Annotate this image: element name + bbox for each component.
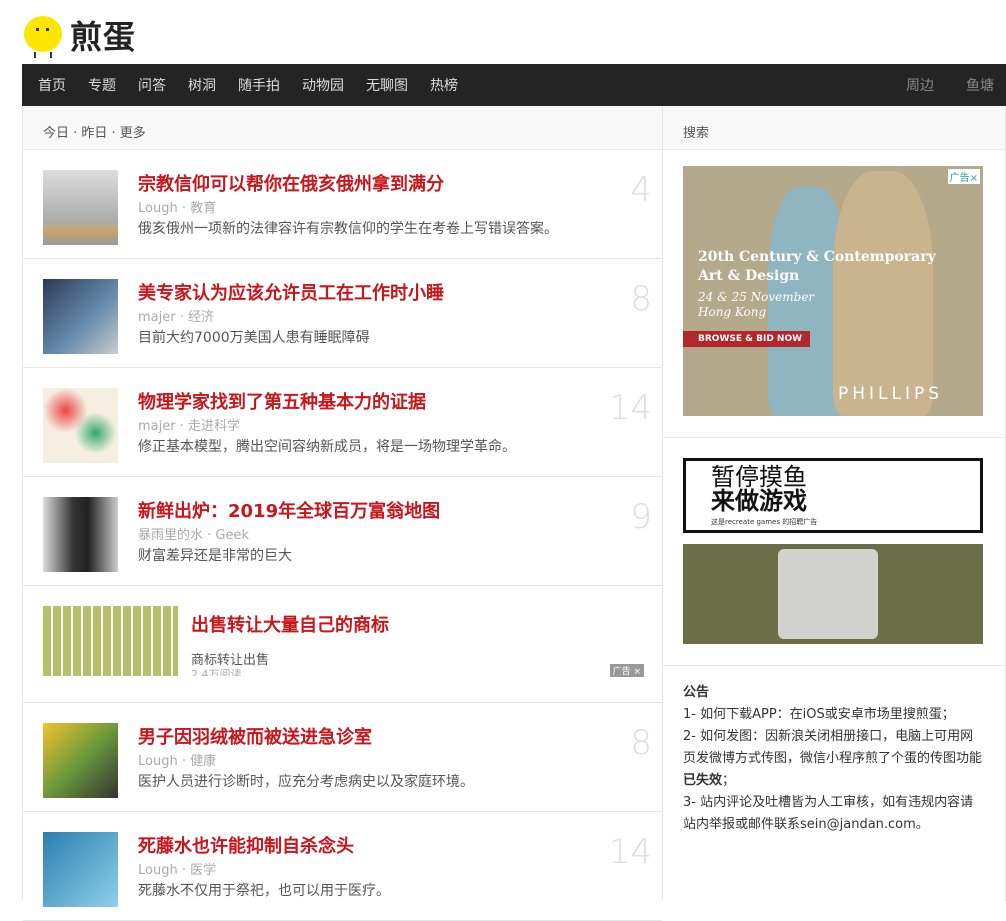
article-meta: 暴雨里的水 · Geek [138, 528, 249, 543]
article-excerpt: 死藤水不仅用于祭祀，也可以用于医疗。 [138, 883, 390, 899]
nav-item-zoo[interactable]: 动物园 [302, 75, 344, 95]
ad2-line3: 这是recreate games 的招聘广告 [711, 518, 818, 526]
nav-item-qa[interactable]: 问答 [138, 75, 166, 95]
logo-text: 煎蛋 [70, 18, 137, 56]
comment-count[interactable]: 4 [630, 170, 652, 210]
article-item[interactable]: 男子因羽绒被而被送进急诊室 Lough · 健康 医护人员进行诊断时，应充分考虑… [23, 703, 662, 812]
recruit-ad-banner[interactable]: 暂停摸鱼 来做游戏 这是recreate games 的招聘广告 [683, 458, 983, 533]
nav-item-hot[interactable]: 热榜 [430, 75, 458, 95]
announcement-item-2-end: ； [722, 773, 736, 788]
article-thumbnail[interactable] [43, 723, 118, 798]
nav-item-merch[interactable]: 周边 [906, 75, 934, 95]
article-meta: Lough · 医学 [138, 863, 217, 878]
hoodie-ad-image[interactable] [683, 544, 983, 644]
article-meta: Lough · 健康 [138, 754, 217, 769]
ad-location: Hong Kong [698, 305, 767, 319]
announcement-item-2-text: 2- 如何发图：因新浪关闭相册接口，电脑上可用网页发微博方式传图，微信小程序煎了… [683, 729, 983, 766]
site-logo[interactable]: 煎蛋 [22, 12, 136, 58]
divider [663, 665, 1006, 666]
article-list: 今日 · 昨日 · 更多 宗教信仰可以帮你在俄亥俄州拿到满分 Lough · 教… [22, 106, 663, 921]
ad-date: 24 & 25 November [698, 290, 815, 304]
sidebar: 搜索 20th Century & Contemporary Art & Desi… [663, 106, 1006, 901]
comment-count[interactable]: 14 [609, 832, 652, 872]
nav-item-pics[interactable]: 无聊图 [366, 75, 408, 95]
article-title[interactable]: 新鲜出炉：2019年全球百万富翁地图 [138, 497, 440, 523]
nav-item-treehole[interactable]: 树洞 [188, 75, 216, 95]
article-item[interactable]: 美专家认为应该允许员工在工作时小睡 majer · 经济 目前大约7000万美国… [23, 259, 662, 368]
announcement-item-1: 1- 如何下载APP：在iOS或安卓市场里搜煎蛋； [683, 707, 955, 722]
comment-count[interactable]: 8 [630, 279, 652, 319]
article-excerpt: 修正基本模型，腾出空间容纳新成员，将是一场物理学革命。 [138, 439, 516, 455]
ad-headline-2: Art & Design [698, 268, 800, 284]
article-meta: majer · 走进科学 [138, 419, 240, 434]
top-nav: 首页 专题 问答 树洞 随手拍 动物园 无聊图 热榜 周边 鱼塘 [22, 64, 1006, 106]
comment-count[interactable]: 8 [630, 723, 652, 763]
announcement-item-2-bold: 已失效 [683, 773, 723, 788]
article-title[interactable]: 宗教信仰可以帮你在俄亥俄州拿到满分 [138, 170, 444, 196]
ad-close-tag[interactable]: 广告 × [609, 664, 644, 677]
announcement-title: 公告 [683, 685, 710, 700]
sponsored-item[interactable]: 出售转让大量自己的商标 商标转让出售 2.4万阅读 广告 × [23, 586, 662, 703]
article-title[interactable]: 男子因羽绒被而被送进急诊室 [138, 723, 372, 749]
announcement-item-2: 2- 如何发图：因新浪关闭相册接口，电脑上可用网页发微博方式传图，微信小程序煎了… [683, 726, 983, 792]
ad-thumbnail[interactable] [43, 606, 178, 676]
article-meta: Lough · 教育 [138, 201, 217, 216]
article-item[interactable]: 死藤水也许能抑制自杀念头 Lough · 医学 死藤水不仅用于祭祀，也可以用于医… [23, 812, 662, 921]
article-item[interactable]: 宗教信仰可以帮你在俄亥俄州拿到满分 Lough · 教育 俄亥俄州一项新的法律容… [23, 150, 662, 259]
ad-reads: 2.4万阅读 [191, 668, 242, 676]
nav-item-home[interactable]: 首页 [38, 75, 66, 95]
article-item[interactable]: 新鲜出炉：2019年全球百万富翁地图 暴雨里的水 · Geek 财富差异还是非常… [23, 477, 662, 586]
article-excerpt: 俄亥俄州一项新的法律容许有宗教信仰的学生在考卷上写错误答案。 [138, 221, 558, 237]
phillips-ad-banner[interactable]: 20th Century & Contemporary Art & Design … [683, 166, 983, 416]
search-box[interactable]: 搜索 [663, 106, 1005, 150]
article-title[interactable]: 美专家认为应该允许员工在工作时小睡 [138, 279, 444, 305]
article-thumbnail[interactable] [43, 388, 118, 463]
article-thumbnail[interactable] [43, 497, 118, 572]
ad2-line2: 来做游戏 [711, 487, 807, 515]
article-thumbnail[interactable] [43, 170, 118, 245]
date-filter[interactable]: 今日 · 昨日 · 更多 [23, 106, 662, 150]
article-thumbnail[interactable] [43, 279, 118, 354]
chick-logo-icon [22, 12, 64, 58]
comment-count[interactable]: 14 [609, 388, 652, 428]
ad-close-tag[interactable]: 广告× [947, 169, 980, 184]
article-excerpt: 财富差异还是非常的巨大 [138, 548, 292, 564]
ad-headline-1: 20th Century & Contemporary [698, 249, 936, 265]
comment-count[interactable]: 9 [630, 497, 652, 537]
article-thumbnail[interactable] [43, 832, 118, 907]
nav-item-pond[interactable]: 鱼塘 [966, 75, 994, 95]
nav-item-snapshots[interactable]: 随手拍 [238, 75, 280, 95]
announcement: 公告 1- 如何下载APP：在iOS或安卓市场里搜煎蛋； 2- 如何发图：因新浪… [683, 682, 983, 836]
nav-item-topics[interactable]: 专题 [88, 75, 116, 95]
article-meta: majer · 经济 [138, 310, 214, 325]
browse-bid-button[interactable]: BROWSE & BID NOW [683, 331, 810, 347]
ad-brand: PHILLIPS [838, 384, 944, 404]
divider [663, 437, 1006, 438]
article-title[interactable]: 死藤水也许能抑制自杀念头 [138, 832, 354, 858]
article-title[interactable]: 物理学家找到了第五种基本力的证据 [138, 388, 426, 414]
article-item[interactable]: 物理学家找到了第五种基本力的证据 majer · 走进科学 修正基本模型，腾出空… [23, 368, 662, 477]
article-excerpt: 医护人员进行诊断时，应充分考虑病史以及家庭环境。 [138, 774, 474, 790]
announcement-item-3: 3- 站内评论及吐槽皆为人工审核，如有违规内容请站内举报或邮件联系sein@ja… [683, 795, 974, 832]
article-excerpt: 目前大约7000万美国人患有睡眠障碍 [138, 330, 370, 346]
ad-title[interactable]: 出售转让大量自己的商标 [191, 611, 389, 637]
